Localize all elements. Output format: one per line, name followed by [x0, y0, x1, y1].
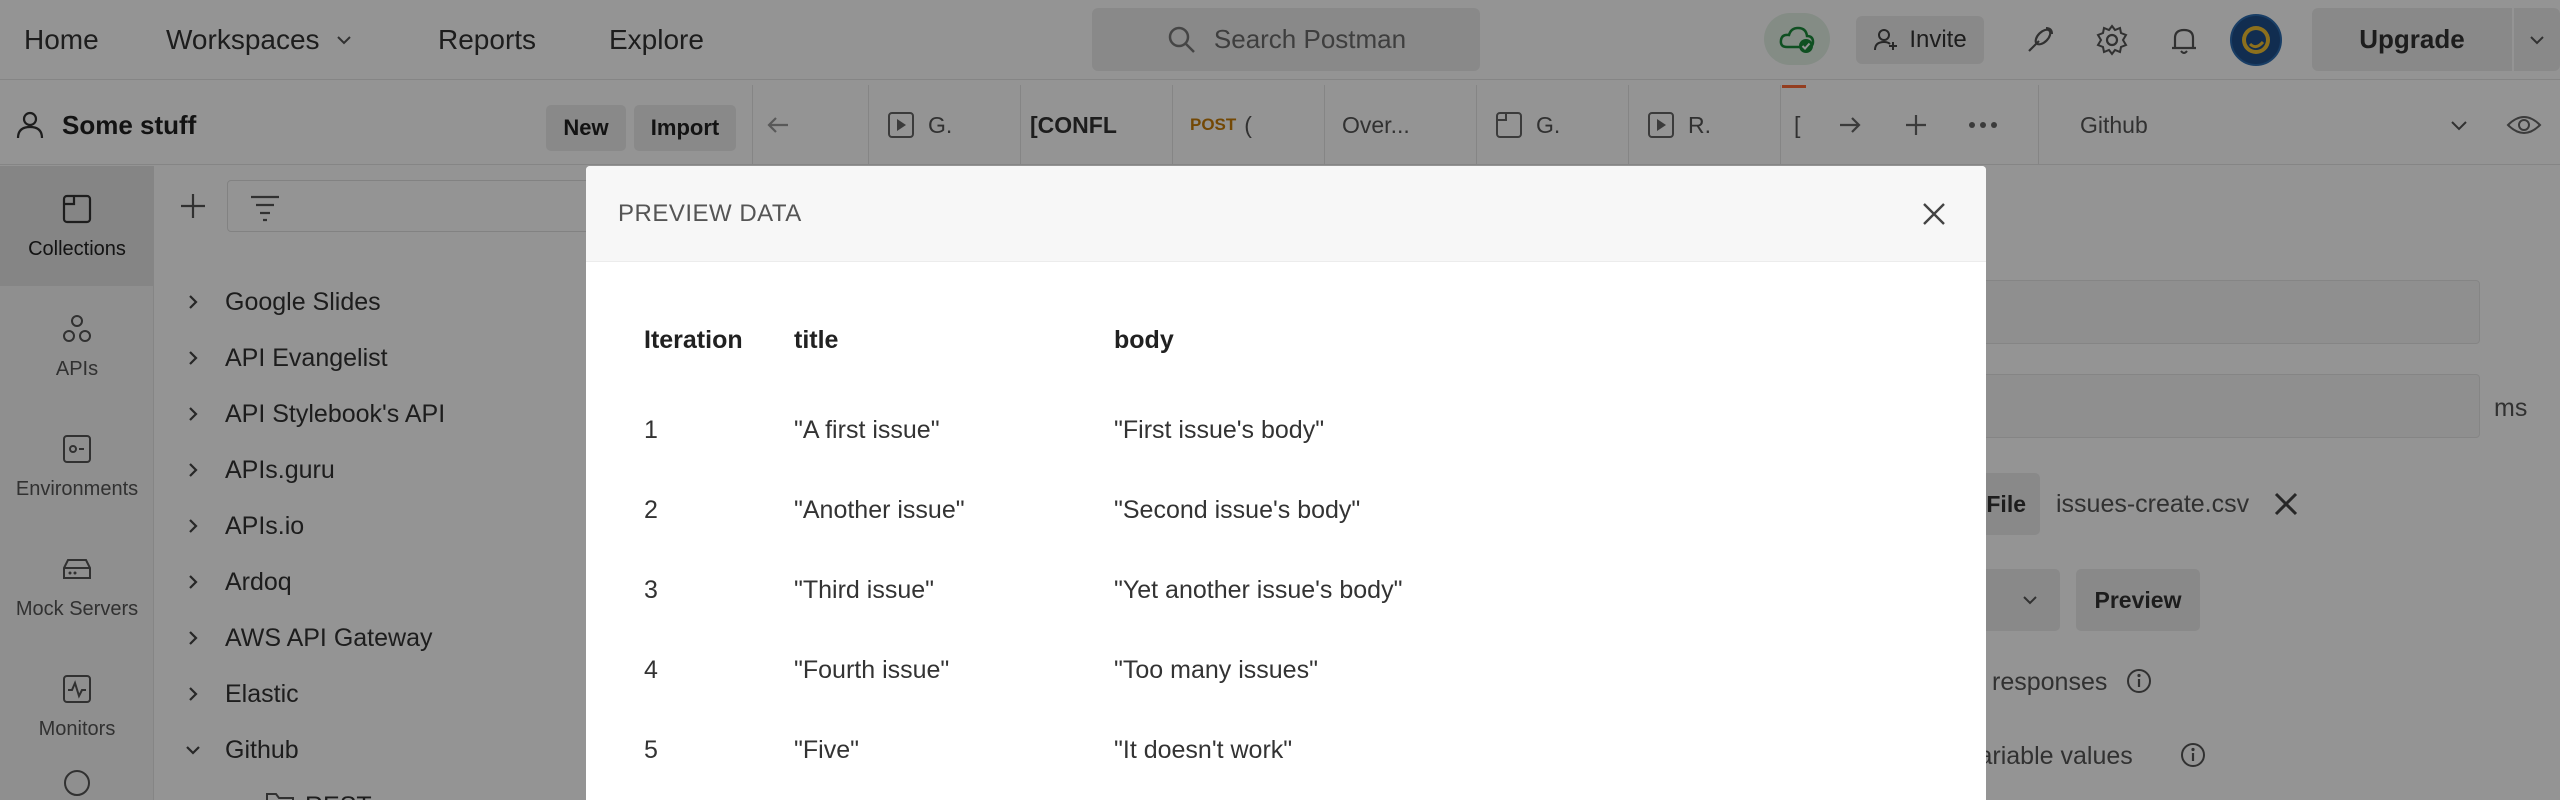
close-icon — [1921, 201, 1947, 227]
cell-iteration: 3 — [644, 576, 658, 604]
cell-body: "First issue's body" — [1114, 416, 1325, 444]
cell-iteration: 1 — [644, 416, 658, 444]
cell-title: "A first issue" — [794, 416, 940, 444]
cell-body: "Too many issues" — [1114, 656, 1318, 684]
cell-title: "Fourth issue" — [794, 656, 950, 684]
cell-title: "Another issue" — [794, 496, 965, 524]
modal-title: PREVIEW DATA — [618, 200, 802, 227]
close-button[interactable] — [1914, 194, 1954, 234]
cell-body: "It doesn't work" — [1114, 736, 1293, 764]
modal-header: PREVIEW DATA — [586, 166, 1986, 262]
cell-title: "Five" — [794, 736, 859, 764]
cell-iteration: 4 — [644, 656, 658, 684]
column-header-body: body — [1114, 326, 1174, 354]
cell-body: "Second issue's body" — [1114, 496, 1361, 524]
cell-title: "Third issue" — [794, 576, 935, 604]
cell-iteration: 5 — [644, 736, 658, 764]
cell-body: "Yet another issue's body" — [1114, 576, 1403, 604]
column-header-title: title — [794, 326, 839, 354]
cell-iteration: 2 — [644, 496, 658, 524]
column-header-iteration: Iteration — [644, 326, 743, 354]
preview-data-modal: PREVIEW DATA Iteration title body 1 "A f… — [586, 166, 1986, 800]
